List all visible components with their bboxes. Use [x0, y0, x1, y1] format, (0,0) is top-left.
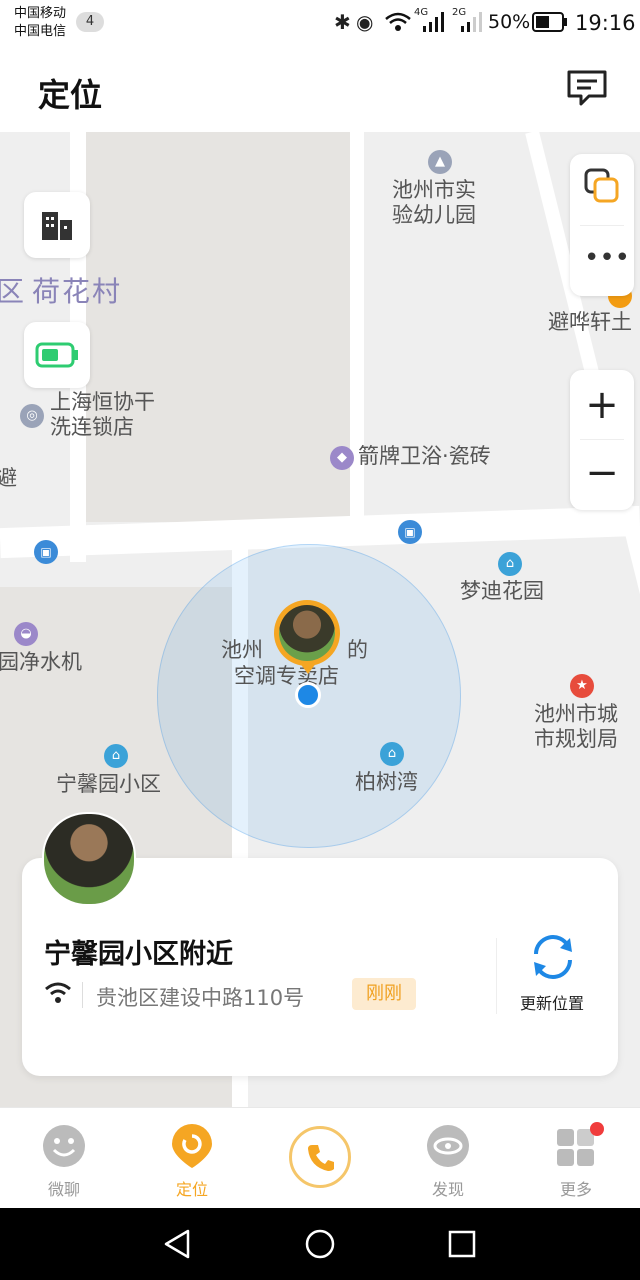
wifi-icon — [385, 12, 411, 31]
map-label-baishuwan: 柏树湾 — [355, 770, 418, 794]
user-avatar[interactable] — [42, 812, 136, 906]
map-label-shop: 避哗轩土 — [548, 310, 632, 334]
status-bar: 中国移动 中国电信 4 ✱ ◉ 4G 2G 50% 19:16 — [0, 0, 640, 48]
map-label-school: 池州市实 验幼儿园 — [392, 178, 476, 227]
carrier-1: 中国移动 — [14, 6, 67, 21]
battery-icon — [532, 12, 567, 32]
garden-poi-icon: ⌂ — [498, 552, 522, 576]
nav-label-locate: 定位 — [175, 1180, 208, 1199]
bus-stop-icon: ▣ — [398, 520, 422, 544]
nav-locate[interactable]: 定位 — [152, 1122, 232, 1202]
notification-badge: 4 — [76, 12, 104, 32]
back-icon[interactable] — [162, 1228, 194, 1260]
map-label-tiles: 箭牌卫浴·瓷砖 — [358, 444, 491, 468]
map-label-water: 园净水机 — [0, 650, 82, 674]
baishuwan-poi-icon: ⌂ — [380, 742, 404, 766]
system-nav-bar — [0, 1208, 640, 1280]
clock: 19:16 — [575, 11, 636, 35]
location-nav-icon — [172, 1124, 212, 1168]
zoom-out-button[interactable]: − — [570, 448, 634, 498]
signal-icon-1 — [423, 12, 444, 32]
signal-icon-2 — [461, 12, 482, 32]
battery-status-icon — [35, 342, 78, 368]
wifi-location-icon — [45, 982, 71, 1003]
bus-stop-icon: ▣ — [34, 540, 58, 564]
nav-discover[interactable]: 发现 — [408, 1122, 488, 1202]
time-tag: 刚刚 — [352, 978, 416, 1010]
location-address: 贵池区建设中路110号 — [96, 986, 305, 1010]
eye-icon: ◉ — [356, 10, 374, 34]
avatar — [279, 605, 335, 661]
nav-more[interactable]: 更多 — [536, 1122, 616, 1202]
laundry-poi-icon: ◎ — [20, 404, 44, 428]
nav-label-discover: 发现 — [431, 1180, 464, 1199]
bluetooth-icon: ✱ — [334, 10, 351, 34]
battery-status-button[interactable] — [24, 322, 90, 388]
buildings-button[interactable] — [24, 192, 90, 258]
phone-icon — [308, 1145, 334, 1171]
smile-icon — [43, 1125, 85, 1167]
carrier-2: 中国电信 — [14, 24, 67, 39]
app-header: 定位 — [0, 48, 640, 132]
message-icon[interactable] — [565, 68, 609, 110]
school-poi-icon: ▲ — [428, 150, 452, 174]
refresh-icon — [534, 935, 572, 979]
map-label-laundry: 上海恒协干 洗连锁店 — [50, 390, 155, 439]
bottom-nav: 微聊 定位 发现 更多 — [0, 1107, 640, 1209]
refresh-label: 更新位置 — [519, 994, 584, 1013]
community-poi-icon: ⌂ — [104, 744, 128, 768]
current-location-dot — [295, 682, 321, 708]
zoom-controls: + − — [570, 370, 634, 510]
map-label-ac-store-tail: 的 — [347, 638, 368, 662]
map-label-planning: 池州市城 市规划局 — [534, 702, 618, 751]
discover-icon — [427, 1125, 469, 1167]
recents-icon[interactable] — [446, 1228, 478, 1260]
pin-tail — [299, 662, 317, 674]
planning-poi-icon: ★ — [570, 674, 594, 698]
map-label-community: 宁馨园小区 — [56, 772, 161, 796]
location-place: 宁馨园小区附近 — [44, 939, 233, 970]
page-title: 定位 — [38, 76, 103, 114]
nav-label-more: 更多 — [559, 1180, 592, 1199]
nav-chat[interactable]: 微聊 — [24, 1122, 104, 1202]
map-tools-panel: ••• — [570, 154, 634, 296]
map-label-district: 荷花村 — [32, 275, 123, 308]
buildings-icon — [42, 212, 72, 240]
water-poi-icon: ◒ — [14, 622, 38, 646]
map-label-ac-store-line2: 空调专卖店 — [234, 664, 339, 688]
map-block — [82, 132, 352, 522]
tiles-poi-icon: ◆ — [330, 446, 354, 470]
nav-call[interactable] — [289, 1126, 351, 1188]
nav-label-chat: 微聊 — [47, 1180, 80, 1199]
map-label: 避 — [0, 466, 17, 490]
zoom-in-button[interactable]: + — [570, 380, 634, 430]
notification-dot — [590, 1122, 604, 1136]
map-label-ac-store: 池州 — [221, 638, 263, 662]
battery-percent: 50% — [488, 11, 531, 33]
refresh-location-button[interactable]: 更新位置 — [502, 928, 618, 1018]
layers-icon[interactable] — [584, 168, 620, 204]
more-options-icon[interactable]: ••• — [584, 245, 630, 271]
map-label: 区 — [0, 275, 27, 308]
location-pin[interactable] — [274, 600, 340, 666]
map-label-garden: 梦迪花园 — [460, 579, 544, 603]
home-icon[interactable] — [304, 1228, 336, 1260]
